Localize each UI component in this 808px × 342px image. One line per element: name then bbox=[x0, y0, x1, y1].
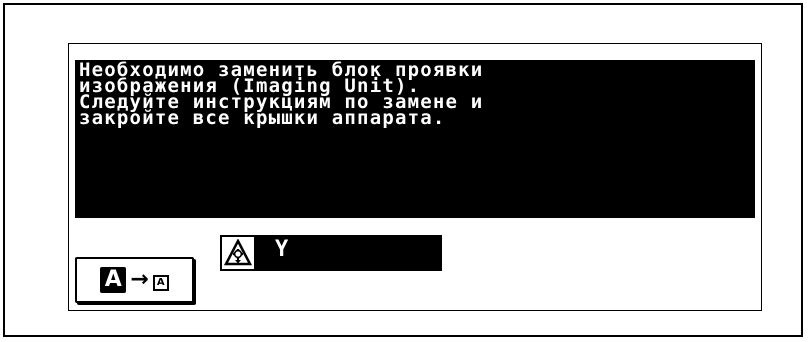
large-a-icon: A bbox=[100, 267, 127, 293]
small-a-icon: A bbox=[152, 275, 169, 291]
message-line-4: закройте все крышки аппарата. bbox=[79, 107, 446, 129]
imaging-unit-warning-icon bbox=[222, 237, 254, 269]
screen-frame: Необходимо заменить блок проявки изображ… bbox=[3, 3, 803, 337]
message-panel: Необходимо заменить блок проявки изображ… bbox=[68, 43, 762, 311]
toner-color-label: Y bbox=[275, 237, 289, 262]
message-display: Необходимо заменить блок проявки изображ… bbox=[75, 60, 755, 218]
imaging-unit-indicator: Y bbox=[220, 235, 442, 271]
display-mode-button[interactable]: A → A bbox=[75, 257, 194, 303]
arrow-right-icon: → bbox=[130, 267, 149, 292]
